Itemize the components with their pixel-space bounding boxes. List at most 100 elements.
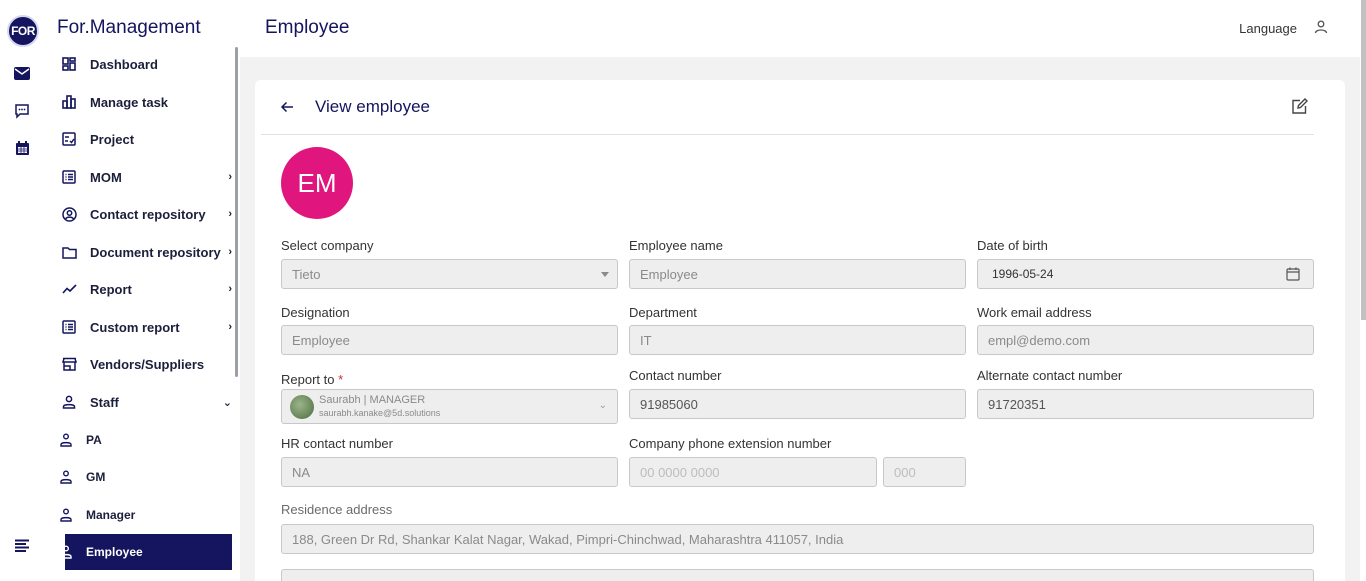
required-mark: * xyxy=(338,372,344,387)
employee-name-field[interactable]: Employee xyxy=(629,259,966,289)
sidebar-item-label: MOM xyxy=(90,169,122,185)
designation-label: Designation xyxy=(281,305,350,320)
sidebar-item-dashboard[interactable]: Dashboard xyxy=(45,46,235,82)
hr-contact-field[interactable]: NA xyxy=(281,457,618,487)
sidebar-subitem-label: GM xyxy=(86,470,106,484)
contact-value: 91985060 xyxy=(640,396,698,412)
back-arrow-icon[interactable] xyxy=(280,100,296,116)
sidebar-item-label: Manage task xyxy=(90,94,169,110)
report-to-label-text: Report to xyxy=(281,372,335,387)
phone-extension-field[interactable]: 000 xyxy=(883,457,966,487)
residence-value: 188, Green Dr Rd, Shankar Kalat Nagar, W… xyxy=(292,531,844,547)
main-content: View employee EM Select company Tieto Em… xyxy=(240,57,1360,581)
sidebar-subitem-manager[interactable]: Manager xyxy=(60,497,232,533)
list-icon xyxy=(60,168,78,186)
employee-name-value: Employee xyxy=(640,266,698,282)
sidebar-item-project[interactable]: Project xyxy=(45,121,235,157)
report-to-select[interactable]: Saurabh | MANAGER saurabh.kanake@5d.solu… xyxy=(281,389,618,424)
chevron-right-icon: › xyxy=(228,208,232,220)
chevron-right-icon: › xyxy=(228,283,232,295)
person-icon xyxy=(60,393,78,411)
sidebar-scrollbar[interactable] xyxy=(235,47,238,377)
sidebar-item-label: Staff xyxy=(90,394,119,410)
contact-icon xyxy=(60,205,78,223)
menu-icon[interactable] xyxy=(13,536,31,554)
company-phone-field[interactable]: 00 0000 0000 xyxy=(629,457,877,487)
sidebar-item-vendors-suppliers[interactable]: Vendors/Suppliers xyxy=(45,346,235,382)
calendar-icon[interactable] xyxy=(13,139,31,157)
person-icon xyxy=(60,470,72,484)
company-phone-placeholder: 00 0000 0000 xyxy=(640,464,720,480)
project-icon xyxy=(60,130,78,148)
chevron-right-icon: › xyxy=(228,171,232,183)
sidebar-item-custom-report[interactable]: Custom report › xyxy=(45,309,235,345)
work-email-value: empl@demo.com xyxy=(988,332,1091,348)
trend-icon xyxy=(60,280,78,298)
mail-icon[interactable] xyxy=(13,64,31,82)
sidebar-subitem-label: PA xyxy=(86,433,102,447)
chevron-down-icon: ⌄ xyxy=(222,396,232,409)
contact-field[interactable]: 91985060 xyxy=(629,389,966,419)
hr-contact-value: NA xyxy=(292,464,311,480)
store-icon xyxy=(60,355,78,373)
brand-name: For.Management xyxy=(57,17,201,38)
edit-icon[interactable] xyxy=(1291,98,1309,116)
work-email-field[interactable]: empl@demo.com xyxy=(977,325,1314,355)
phone-ext-label: Company phone extension number xyxy=(629,436,832,451)
dropdown-arrow-icon xyxy=(601,272,609,277)
company-label: Select company xyxy=(281,238,374,253)
designation-value: Employee xyxy=(292,332,350,348)
page-scrollbar[interactable] xyxy=(1361,0,1366,320)
chevron-right-icon: › xyxy=(228,321,232,333)
dob-label: Date of birth xyxy=(977,238,1048,253)
next-field-partial[interactable] xyxy=(281,569,1314,581)
sidebar-item-staff[interactable]: Staff ⌄ xyxy=(45,384,235,420)
sidebar-item-label: Contact repository xyxy=(90,206,206,222)
dashboard-icon xyxy=(60,55,78,73)
app-logo[interactable]: FOR xyxy=(7,15,39,47)
dob-field[interactable]: 1996-05-24 xyxy=(977,259,1314,289)
department-field[interactable]: IT xyxy=(629,325,966,355)
chevron-right-icon: › xyxy=(228,246,232,258)
card-title: View employee xyxy=(315,97,430,116)
residence-address-field[interactable]: 188, Green Dr Rd, Shankar Kalat Nagar, W… xyxy=(281,524,1314,554)
alt-contact-field[interactable]: 91720351 xyxy=(977,389,1314,419)
sidebar-item-report[interactable]: Report › xyxy=(45,271,235,307)
sidebar-item-label: Vendors/Suppliers xyxy=(90,356,205,372)
employee-avatar: EM xyxy=(281,147,353,219)
sidebar-item-label: Project xyxy=(90,131,135,147)
card-header: View employee xyxy=(261,80,1314,135)
dob-value: 1996-05-24 xyxy=(992,267,1054,281)
company-select[interactable]: Tieto xyxy=(281,259,618,289)
chevron-down-icon: ⌄ xyxy=(598,400,607,411)
manager-info: Saurabh | MANAGER saurabh.kanake@5d.solu… xyxy=(319,394,440,419)
sidebar: For.Management Dashboard Manage task Pro… xyxy=(45,0,240,581)
sidebar-subitem-employee[interactable]: Employee xyxy=(60,534,232,570)
language-selector[interactable]: Language xyxy=(1239,21,1297,36)
sidebar-item-mom[interactable]: MOM › xyxy=(45,159,235,195)
sidebar-item-label: Report xyxy=(90,281,132,297)
sidebar-subitem-gm[interactable]: GM xyxy=(60,459,232,495)
sidebar-item-contact-repository[interactable]: Contact repository › xyxy=(45,196,235,232)
calendar-icon[interactable] xyxy=(1286,267,1300,281)
hr-contact-label: HR contact number xyxy=(281,436,393,451)
sidebar-item-label: Document repository xyxy=(90,244,221,260)
top-header: Employee Language xyxy=(240,0,1366,57)
phone-extension-placeholder: 000 xyxy=(894,464,916,480)
alt-contact-label: Alternate contact number xyxy=(977,368,1123,383)
residence-label: Residence address xyxy=(281,502,393,517)
alt-contact-value: 91720351 xyxy=(988,396,1046,412)
user-icon[interactable] xyxy=(1314,20,1330,36)
sidebar-item-label: Dashboard xyxy=(90,56,158,72)
bar-chart-icon xyxy=(60,93,78,111)
sidebar-subitem-pa[interactable]: PA xyxy=(60,422,232,458)
sidebar-item-manage-task[interactable]: Manage task xyxy=(45,84,235,120)
designation-field[interactable]: Employee xyxy=(281,325,618,355)
page-title: Employee xyxy=(265,17,350,38)
person-icon xyxy=(60,545,72,559)
list-icon xyxy=(60,318,78,336)
sidebar-item-document-repository[interactable]: Document repository › xyxy=(45,234,235,270)
department-value: IT xyxy=(640,332,652,348)
contact-label: Contact number xyxy=(629,368,722,383)
chat-icon[interactable] xyxy=(13,102,31,120)
